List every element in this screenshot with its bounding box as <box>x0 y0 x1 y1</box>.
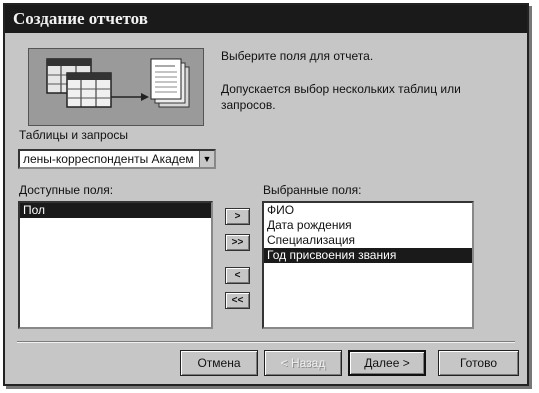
report-wizard-window: Создание отчетов Выберите поля для отчет… <box>3 3 529 386</box>
divider <box>17 341 515 343</box>
list-item[interactable]: Дата рождения <box>264 218 472 233</box>
selected-fields-label: Выбранные поля: <box>263 183 362 197</box>
window-title: Создание отчетов <box>5 5 527 33</box>
list-item[interactable]: ФИО <box>264 203 472 218</box>
list-item[interactable]: Пол <box>20 203 211 218</box>
intro-text-3: запросов. <box>221 98 276 112</box>
tables-to-report-icon <box>46 58 190 108</box>
selected-fields-list[interactable]: ФИО Дата рождения Специализация Год прис… <box>262 201 474 329</box>
tables-combobox[interactable]: лены-корреспонденты Академ ▼ <box>18 149 216 169</box>
remove-all-fields-button[interactable]: << <box>225 292 250 309</box>
list-item[interactable]: Год присвоения звания <box>264 248 472 263</box>
available-fields-label: Доступные поля: <box>19 183 114 197</box>
remove-field-button[interactable]: < <box>225 267 250 284</box>
finish-button[interactable]: Готово <box>438 350 519 376</box>
available-fields-list[interactable]: Пол <box>18 201 213 329</box>
intro-text-1: Выберите поля для отчета. <box>221 49 374 63</box>
add-all-fields-button[interactable]: >> <box>225 234 250 251</box>
chevron-down-icon[interactable]: ▼ <box>199 151 214 167</box>
back-button[interactable]: < Назад <box>264 350 342 376</box>
list-item[interactable]: Специализация <box>264 233 472 248</box>
next-button[interactable]: Далее > <box>348 350 426 376</box>
tables-label: Таблицы и запросы <box>19 128 129 142</box>
intro-text-2: Допускается выбор нескольких таблиц или <box>221 82 461 96</box>
wizard-illustration <box>28 48 204 126</box>
tables-combobox-value: лены-корреспонденты Академ <box>23 152 194 166</box>
cancel-button[interactable]: Отмена <box>180 350 258 376</box>
add-field-button[interactable]: > <box>225 208 250 225</box>
